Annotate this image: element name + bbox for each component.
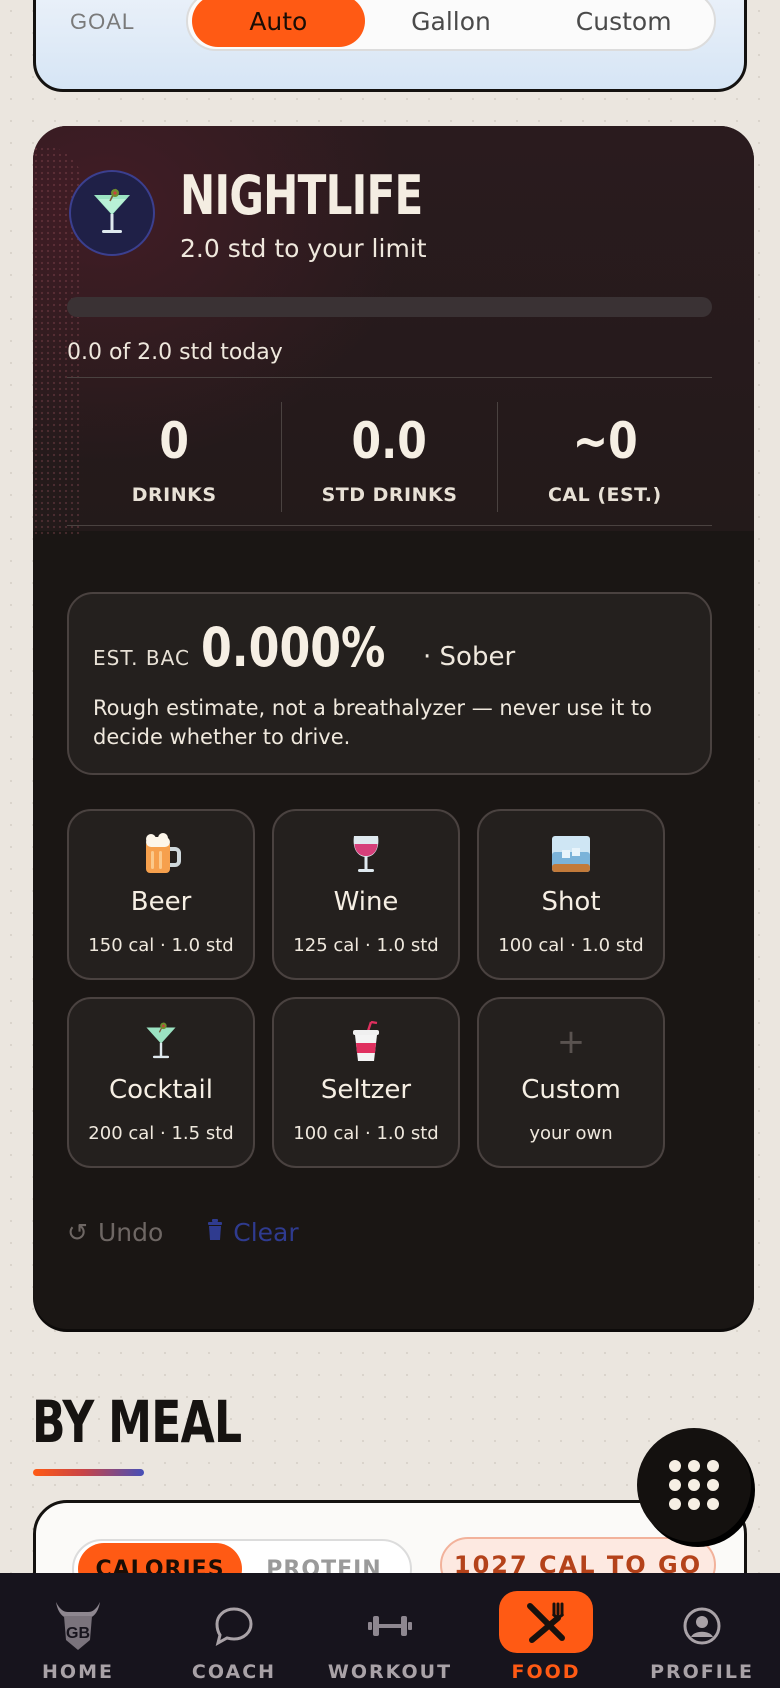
bac-value: 0.000% xyxy=(201,616,386,679)
profile-icon xyxy=(655,1595,749,1657)
drink-actions: ↺ Undo Clear xyxy=(67,1218,299,1247)
add-shot-button[interactable]: Shot 100 cal · 1.0 std xyxy=(477,809,665,980)
nav-label: FOOD xyxy=(511,1661,581,1683)
grid-dot-icon xyxy=(707,1460,719,1472)
section-title-underline xyxy=(33,1469,144,1476)
nav-item-coach[interactable]: COACH xyxy=(156,1573,312,1688)
divider xyxy=(67,525,712,526)
nav-item-workout[interactable]: WORKOUT xyxy=(312,1573,468,1688)
drink-meta: 125 cal · 1.0 std xyxy=(293,935,439,956)
drink-meta: your own xyxy=(529,1123,613,1144)
undo-button[interactable]: ↺ Undo xyxy=(67,1218,163,1247)
add-cocktail-button[interactable]: Cocktail 200 cal · 1.5 std xyxy=(67,997,255,1168)
nightlife-card: NIGHTLIFE 2.0 std to your limit 0.0 of 2… xyxy=(33,126,754,1329)
goal-option-gallon[interactable]: Gallon xyxy=(365,0,538,47)
drink-name: Shot xyxy=(541,887,601,917)
seltzer-cup-icon xyxy=(274,1021,458,1063)
goal-card: GOAL Auto Gallon Custom xyxy=(33,0,747,92)
drink-meta: 100 cal · 1.0 std xyxy=(498,935,644,956)
goal-segmented-control: Auto Gallon Custom xyxy=(186,0,716,51)
drink-name: Wine xyxy=(333,887,399,917)
dumbbell-icon xyxy=(343,1595,437,1657)
drink-meta: 100 cal · 1.0 std xyxy=(293,1123,439,1144)
drink-name: Cocktail xyxy=(109,1075,213,1105)
add-seltzer-button[interactable]: Seltzer 100 cal · 1.0 std xyxy=(272,997,460,1168)
cocktail-glass-icon xyxy=(69,170,155,256)
drink-name: Beer xyxy=(130,887,192,917)
clear-button[interactable]: Clear xyxy=(207,1218,299,1247)
bac-label: EST. BAC xyxy=(93,646,190,670)
stat-drinks-label: DRINKS xyxy=(131,484,217,506)
nav-label: COACH xyxy=(191,1661,277,1683)
nightlife-stats: 0 DRINKS 0.0 STD DRINKS ~0 CAL (EST.) xyxy=(67,402,712,512)
drink-name: Custom xyxy=(521,1075,621,1105)
grid-dot-icon xyxy=(688,1460,700,1472)
drink-meta: 200 cal · 1.5 std xyxy=(88,1123,234,1144)
goal-option-custom[interactable]: Custom xyxy=(537,0,710,47)
apps-grid-button[interactable] xyxy=(637,1428,751,1542)
stat-calories: ~0 CAL (EST.) xyxy=(496,402,712,512)
stat-std-drinks: 0.0 STD DRINKS xyxy=(281,402,496,512)
progress-text: 0.0 of 2.0 std today xyxy=(67,340,283,365)
bac-estimate-panel: EST. BAC 0.000% · Sober Rough estimate, … xyxy=(67,592,712,775)
cocktail-glass-icon xyxy=(69,1021,253,1063)
grid-dot-icon xyxy=(688,1479,700,1491)
grid-dot-icon xyxy=(669,1498,681,1510)
bac-state: · Sober xyxy=(423,642,516,672)
add-beer-button[interactable]: Beer 150 cal · 1.0 std xyxy=(67,809,255,980)
nav-label: PROFILE xyxy=(650,1661,754,1683)
stat-std-drinks-value: 0.0 xyxy=(351,412,428,470)
undo-label: Undo xyxy=(97,1218,164,1247)
drink-buttons-grid: Beer 150 cal · 1.0 std Wine 125 cal · 1.… xyxy=(67,809,712,1168)
nav-label: HOME xyxy=(42,1661,114,1683)
grid-dot-icon xyxy=(707,1479,719,1491)
goal-label: GOAL xyxy=(70,9,136,34)
nightlife-title: NIGHTLIFE xyxy=(180,164,423,227)
nav-item-profile[interactable]: PROFILE xyxy=(624,1573,780,1688)
clear-label: Clear xyxy=(233,1218,299,1247)
nav-item-food[interactable]: FOOD xyxy=(468,1573,624,1688)
nav-item-home[interactable]: GB HOME xyxy=(0,1573,156,1688)
stat-calories-value: ~0 xyxy=(572,412,638,470)
beer-mug-icon xyxy=(69,833,253,875)
nightlife-subtitle: 2.0 std to your limit xyxy=(180,234,427,263)
divider xyxy=(67,377,712,378)
trash-icon xyxy=(207,1218,223,1247)
bottom-nav: GB HOME COACH WORKOUT FOOD PROFILE xyxy=(0,1573,780,1688)
wine-glass-icon xyxy=(274,833,458,875)
fork-knife-icon xyxy=(499,1591,593,1653)
add-custom-drink-button[interactable]: + Custom your own xyxy=(477,997,665,1168)
nav-label: WORKOUT xyxy=(327,1661,453,1683)
undo-icon: ↺ xyxy=(67,1218,88,1247)
grid-dot-icon xyxy=(688,1498,700,1510)
stat-std-drinks-label: STD DRINKS xyxy=(321,484,458,506)
stat-drinks: 0 DRINKS xyxy=(67,402,281,512)
chat-bubble-icon xyxy=(187,1595,281,1657)
svg-text:GB: GB xyxy=(66,1625,90,1642)
drink-limit-progress-bar xyxy=(67,297,712,317)
section-title-by-meal: BY MEAL xyxy=(32,1388,242,1456)
stat-calories-label: CAL (EST.) xyxy=(547,484,662,506)
drink-meta: 150 cal · 1.0 std xyxy=(88,935,234,956)
bull-logo-icon: GB xyxy=(31,1595,125,1657)
plus-icon: + xyxy=(556,1022,586,1062)
drink-name: Seltzer xyxy=(320,1075,412,1105)
shot-glass-icon xyxy=(479,833,663,875)
bac-disclaimer: Rough estimate, not a breathalyzer — nev… xyxy=(93,696,652,749)
stat-drinks-value: 0 xyxy=(159,412,189,470)
grid-dot-icon xyxy=(669,1479,681,1491)
goal-option-auto[interactable]: Auto xyxy=(192,0,365,47)
add-wine-button[interactable]: Wine 125 cal · 1.0 std xyxy=(272,809,460,980)
grid-dot-icon xyxy=(707,1498,719,1510)
grid-dot-icon xyxy=(669,1460,681,1472)
